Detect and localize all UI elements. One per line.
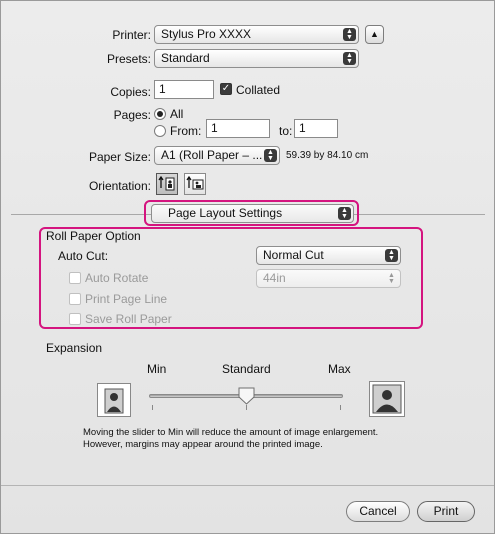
max-expansion-preview [369, 381, 405, 417]
panel-popup[interactable]: Page Layout Settings ▲ ▼ [151, 204, 354, 223]
auto-cut-label: Auto Cut: [58, 249, 109, 263]
popup-arrows-icon: ▲ ▼ [343, 28, 356, 41]
slider-max-label: Max [328, 362, 351, 376]
pages-all-radio[interactable] [154, 108, 166, 120]
copies-field[interactable]: 1 [154, 80, 214, 99]
expansion-slider-thumb[interactable] [238, 387, 255, 405]
pages-from-radio[interactable] [154, 125, 166, 137]
footer-divider [1, 485, 494, 486]
auto-cut-value: Normal Cut [263, 248, 324, 262]
landscape-orientation-button[interactable] [184, 173, 206, 195]
presets-popup[interactable]: Standard ▲ ▼ [154, 49, 359, 68]
pages-from-field[interactable]: 1 [206, 119, 270, 138]
slider-tick [246, 405, 247, 410]
portrait-orientation-button[interactable] [156, 173, 178, 195]
paper-size-popup[interactable]: A1 (Roll Paper – ... ▲ ▼ [154, 146, 280, 165]
min-expansion-preview [97, 383, 131, 417]
printer-value: Stylus Pro XXXX [161, 27, 252, 41]
expansion-note-line1: Moving the slider to Min will reduce the… [83, 427, 379, 438]
pages-from-label: From: [170, 124, 202, 138]
collated-checkbox[interactable]: ✓ [220, 83, 232, 95]
paper-size-value: A1 (Roll Paper – ... [161, 148, 263, 162]
print-button[interactable]: Print [417, 501, 475, 522]
printer-popup[interactable]: Stylus Pro XXXX ▲ ▼ [154, 25, 359, 44]
pages-label: Pages: [113, 108, 151, 122]
print-dialog: Printer: Stylus Pro XXXX ▲ ▼ ▲ Presets: S… [0, 0, 495, 534]
popup-arrows-icon: ▲ ▼ [343, 52, 356, 65]
popup-arrows-icon: ▲ ▼ [385, 249, 398, 262]
pages-all-label: All [170, 107, 184, 121]
auto-rotate-value: 44in [263, 271, 286, 285]
presets-label: Presets: [106, 52, 151, 66]
popup-arrows-icon: ▲ ▼ [338, 207, 351, 220]
save-roll-paper-checkbox[interactable] [69, 313, 81, 325]
slider-min-label: Min [147, 362, 167, 376]
auto-rotate-popup[interactable]: 44in ▲ ▼ [256, 269, 401, 288]
expansion-title: Expansion [46, 341, 103, 355]
auto-rotate-label: Auto Rotate [85, 271, 149, 285]
collated-label: Collated [236, 83, 281, 97]
panel-popup-value: Page Layout Settings [168, 206, 283, 220]
auto-cut-popup[interactable]: Normal Cut ▲ ▼ [256, 246, 401, 265]
popup-arrows-icon: ▲ ▼ [388, 272, 395, 285]
pages-to-field[interactable]: 1 [294, 119, 338, 138]
slider-tick [152, 405, 153, 410]
auto-rotate-checkbox[interactable] [69, 272, 81, 284]
landscape-icon [186, 175, 204, 190]
slider-standard-label: Standard [222, 362, 271, 376]
slider-tick [340, 405, 341, 410]
roll-paper-title: Roll Paper Option [46, 229, 141, 243]
printer-label: Printer: [112, 28, 151, 42]
person-large-icon [372, 384, 402, 414]
print-page-line-label: Print Page Line [85, 292, 168, 306]
cancel-button[interactable]: Cancel [346, 501, 410, 522]
triangle-up-icon: ▲ [370, 29, 379, 39]
pages-to-label: to: [279, 124, 293, 138]
paper-size-label: Paper Size: [88, 150, 151, 164]
paper-dimensions: 59.39 by 84.10 cm [286, 150, 369, 161]
person-small-icon [104, 388, 124, 414]
copies-label: Copies: [110, 85, 151, 99]
presets-value: Standard [161, 51, 210, 65]
save-roll-paper-label: Save Roll Paper [85, 312, 172, 326]
orientation-label: Orientation: [88, 179, 151, 193]
print-page-line-checkbox[interactable] [69, 293, 81, 305]
expansion-note-line2: However, margins may appear around the p… [83, 439, 323, 450]
portrait-icon [158, 175, 175, 191]
popup-arrows-icon: ▲ ▼ [264, 149, 277, 162]
disclosure-button[interactable]: ▲ [365, 25, 384, 44]
